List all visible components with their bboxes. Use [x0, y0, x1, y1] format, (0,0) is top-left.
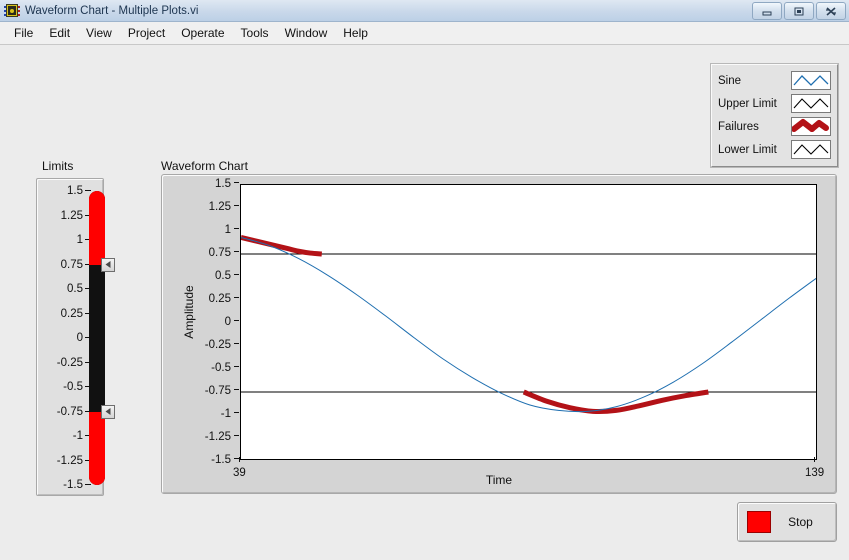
stop-led-indicator [747, 511, 771, 533]
limits-lower-slider-handle[interactable] [101, 404, 115, 419]
limits-tick-1_5: 1.5 [67, 185, 91, 197]
close-button[interactable] [816, 2, 846, 20]
limits-tick-labels: 1.5 1.25 1 0.75 0.5 0.25 0 -0.25 -0.5 -0.75 -1 -1.2… [37, 179, 93, 497]
y-tick-neg0_75: -0.75 [205, 385, 239, 397]
menu-item-help[interactable]: Help [335, 24, 376, 42]
legend-row-sine[interactable]: Sine [718, 69, 831, 92]
y-tick-0_75: 0.75 [209, 247, 239, 259]
plot-traces [241, 235, 816, 414]
labview-front-panel: Waveform Chart - Multiple Plots.vi File … [0, 0, 849, 560]
trace-failures [241, 235, 709, 414]
y-tick-1: 1 [225, 224, 239, 236]
waveform-chart[interactable]: Amplitude 1.5 1.25 1 0.75 0.5 0.25 0 -0.25 -0.5-… [161, 174, 837, 494]
y-tick-0_25: 0.25 [209, 293, 239, 305]
limits-tick-neg0_25: -0.25 [57, 357, 91, 369]
legend-label-lower-limit: Lower Limit [718, 143, 777, 156]
window-controls [752, 2, 846, 20]
y-tick-0_5: 0.5 [215, 270, 239, 282]
limits-tick-neg1_5: -1.5 [63, 479, 91, 491]
limits-tick-0_25: 0.25 [61, 308, 91, 320]
limits-tick-0_5: 0.5 [67, 283, 91, 295]
window-title-bar: Waveform Chart - Multiple Plots.vi [0, 0, 849, 22]
stop-button[interactable]: Stop [737, 502, 837, 542]
y-tick-neg0_25: -0.25 [205, 339, 239, 351]
y-tick-1_25: 1.25 [209, 201, 239, 213]
menu-item-window[interactable]: Window [277, 24, 336, 42]
waveform-chart-label: Waveform Chart [161, 159, 248, 173]
limits-tick-neg1_25: -1.25 [57, 455, 91, 467]
legend-swatch-sine[interactable] [791, 71, 831, 90]
maximize-button[interactable] [784, 2, 814, 20]
legend-row-failures[interactable]: Failures [718, 115, 831, 138]
labview-vi-icon [4, 3, 20, 18]
window-title: Waveform Chart - Multiple Plots.vi [25, 4, 199, 17]
menu-item-file[interactable]: File [6, 24, 41, 42]
y-axis-tick-labels: 1.5 1.25 1 0.75 0.5 0.25 0 -0.25 -0.5 -0.75 -1 -1.2… [174, 178, 239, 466]
limits-upper-slider-handle[interactable] [101, 257, 115, 272]
y-tick-neg0_5: -0.5 [211, 362, 239, 374]
y-tick-0: 0 [225, 316, 239, 328]
legend-label-upper-limit: Upper Limit [718, 97, 777, 110]
legend-label-sine: Sine [718, 74, 742, 87]
legend-swatch-upper-limit[interactable] [791, 94, 831, 113]
limits-tick-neg0_5: -0.5 [63, 381, 91, 393]
limits-tick-neg0_75: -0.75 [57, 406, 91, 418]
menu-item-operate[interactable]: Operate [173, 24, 232, 42]
x-axis-title: Time [485, 473, 513, 487]
menu-item-tools[interactable]: Tools [233, 24, 277, 42]
legend-row-lower-limit[interactable]: Lower Limit [718, 138, 831, 161]
y-tick-neg1: -1 [221, 408, 239, 420]
limits-tick-0_75: 0.75 [61, 259, 91, 271]
plot-area[interactable] [240, 184, 817, 460]
y-tick-neg1_25: -1.25 [205, 431, 239, 443]
limits-fill-above-upper [89, 191, 105, 265]
legend-label-failures: Failures [718, 120, 759, 133]
y-tick-1_5: 1.5 [215, 178, 239, 190]
limits-slider-control[interactable]: 1.5 1.25 1 0.75 0.5 0.25 0 -0.25 -0.5 -0.75 -1 -1.2… [36, 178, 115, 497]
limits-control-label: Limits [42, 159, 74, 173]
stop-button-label: Stop [788, 515, 813, 529]
limits-tick-1_25: 1.25 [61, 210, 91, 222]
legend-swatch-failures[interactable] [791, 117, 831, 136]
menu-item-project[interactable]: Project [120, 24, 173, 42]
limits-fill-below-lower [89, 411, 105, 485]
menu-item-view[interactable]: View [78, 24, 120, 42]
trace-sine [241, 236, 816, 413]
menu-bar: File Edit View Project Operate Tools Win… [0, 22, 849, 45]
menu-item-edit[interactable]: Edit [41, 24, 78, 42]
minimize-button[interactable] [752, 2, 782, 20]
legend-swatch-lower-limit[interactable] [791, 140, 831, 159]
plot-legend[interactable]: Sine Upper Limit Failures Lower Limit [711, 64, 838, 167]
legend-row-upper-limit[interactable]: Upper Limit [718, 92, 831, 115]
limits-slider-track[interactable] [89, 191, 105, 485]
